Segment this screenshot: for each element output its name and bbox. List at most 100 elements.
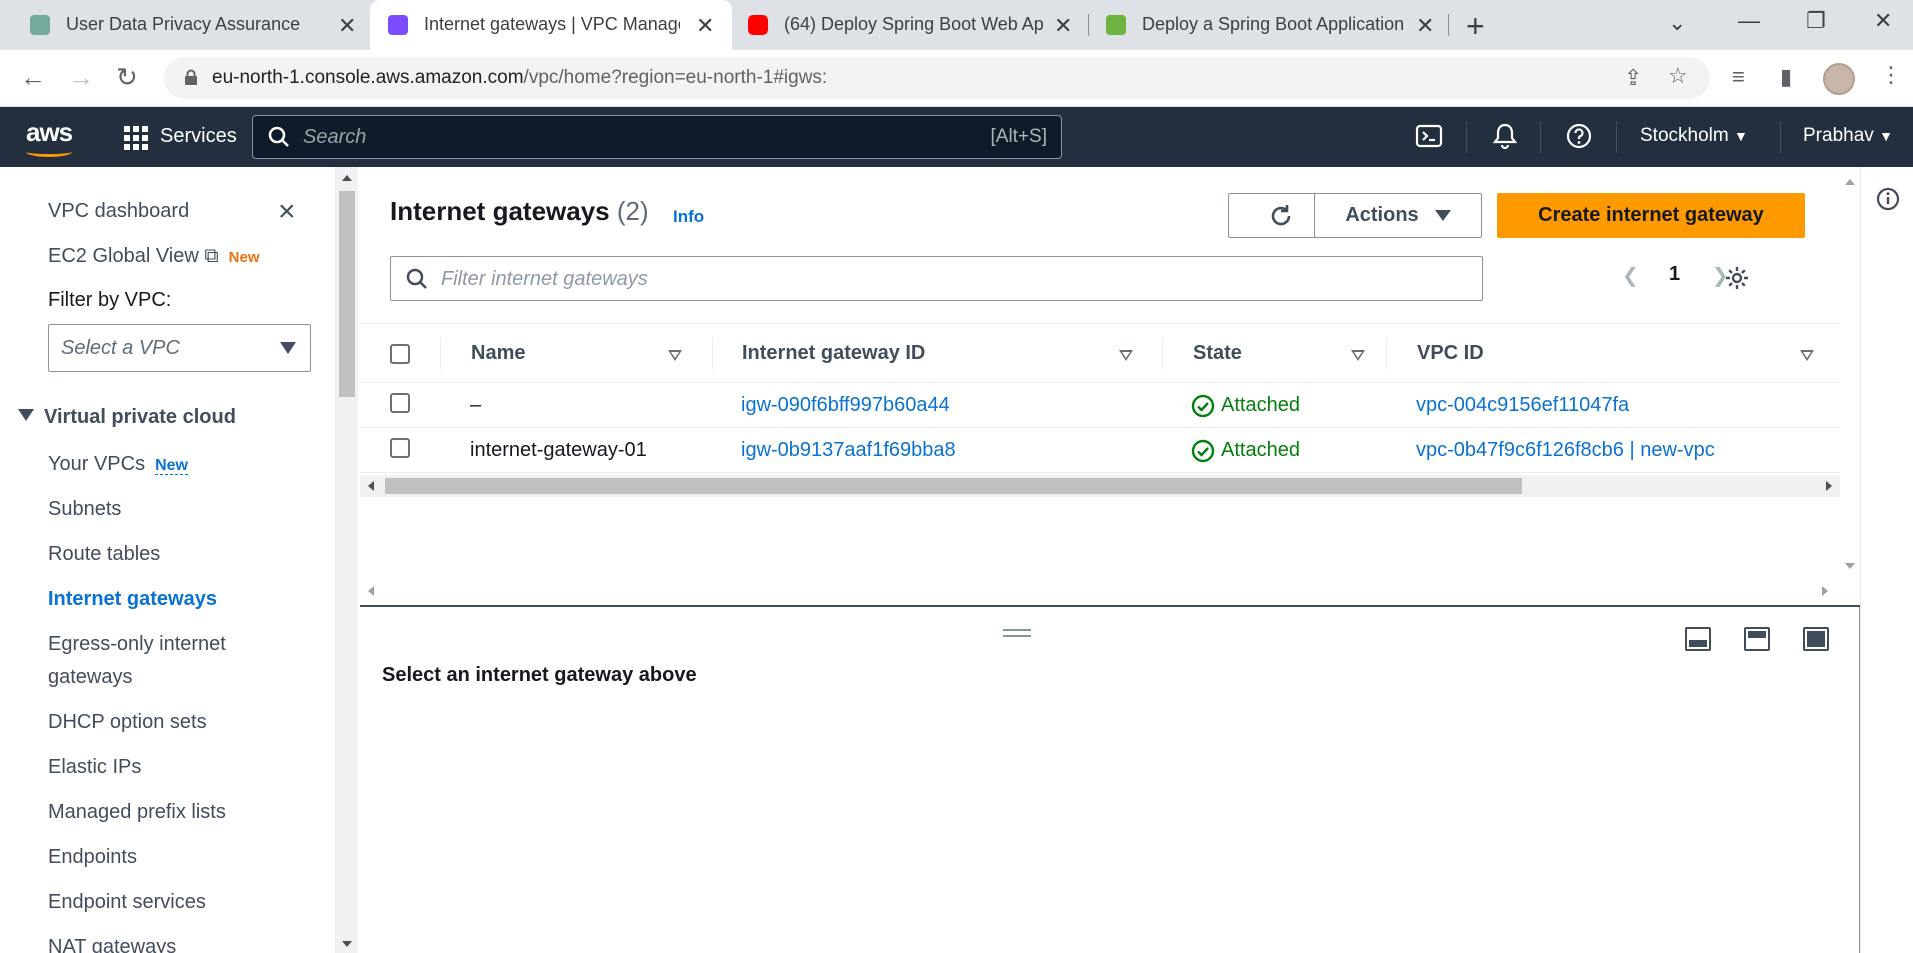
- column-header-vpc-id[interactable]: VPC ID: [1417, 342, 1484, 365]
- search-input[interactable]: [303, 122, 863, 152]
- filter-box[interactable]: [390, 256, 1483, 301]
- cell-name: internet-gateway-01: [470, 439, 647, 461]
- cloudshell-icon[interactable]: [1414, 121, 1444, 151]
- tab-title: Deploy a Spring Boot Application: [1142, 14, 1405, 34]
- gear-icon[interactable]: [1723, 264, 1751, 292]
- nav-egress-only-internet-gateways[interactable]: Egress-only internet: [48, 633, 226, 656]
- table-row[interactable]: internet-gateway-01 igw-0b9137aaf1f69bba…: [360, 428, 1840, 473]
- sort-icon[interactable]: [1800, 350, 1814, 361]
- row-checkbox[interactable]: [390, 393, 410, 413]
- nav-endpoints[interactable]: Endpoints: [48, 846, 137, 869]
- close-icon[interactable]: ✕: [1416, 13, 1434, 39]
- bell-icon[interactable]: [1490, 121, 1520, 151]
- column-header-state[interactable]: State: [1193, 342, 1242, 365]
- sort-icon[interactable]: [668, 350, 682, 361]
- info-icon[interactable]: [1876, 187, 1900, 211]
- close-icon[interactable]: ✕: [338, 13, 356, 39]
- region-selector[interactable]: Stockholm ▼: [1640, 125, 1748, 147]
- filter-input[interactable]: [441, 265, 1441, 293]
- nav-managed-prefix-lists[interactable]: Managed prefix lists: [48, 801, 226, 824]
- scroll-up-icon[interactable]: [342, 175, 352, 181]
- scroll-right-icon[interactable]: [1826, 481, 1832, 491]
- window-close-icon[interactable]: ✕: [1874, 8, 1892, 34]
- nav-elastic-ips[interactable]: Elastic IPs: [48, 756, 141, 779]
- nav-dhcp-option-sets[interactable]: DHCP option sets: [48, 711, 207, 734]
- account-menu[interactable]: Prabhav ▼: [1803, 125, 1893, 147]
- chevron-down-icon[interactable]: ⌄: [1668, 10, 1686, 36]
- global-search[interactable]: [Alt+S]: [252, 115, 1062, 159]
- nav-vpc-dashboard[interactable]: VPC dashboard: [48, 200, 189, 223]
- user-label: Prabhav: [1803, 125, 1874, 146]
- forward-icon[interactable]: →: [68, 62, 94, 93]
- profile-avatar[interactable]: [1823, 63, 1855, 95]
- panel-bottom-icon[interactable]: [1685, 627, 1711, 651]
- sort-icon[interactable]: [1119, 350, 1133, 361]
- row-checkbox[interactable]: [390, 438, 410, 458]
- sort-icon[interactable]: [1351, 350, 1365, 361]
- reload-icon[interactable]: ↻: [116, 62, 138, 93]
- cell-vpc-id-link[interactable]: vpc-004c9156ef11047fa: [1416, 394, 1629, 417]
- browser-tab-active[interactable]: Internet gateways | VPC Management Conso…: [370, 0, 732, 50]
- nav-nat-gateways[interactable]: NAT gateways: [48, 936, 176, 953]
- spring-icon: [1106, 15, 1126, 35]
- scrollbar-thumb[interactable]: [339, 191, 355, 397]
- cell-vpc-id-link[interactable]: vpc-0b47f9c6f126f8cb6 | new-vpc: [1416, 439, 1715, 462]
- info-link[interactable]: Info: [673, 207, 704, 227]
- back-icon[interactable]: ←: [20, 62, 46, 93]
- nav-internet-gateways[interactable]: Internet gateways: [48, 588, 217, 611]
- url-field[interactable]: eu-north-1.console.aws.amazon.com/vpc/ho…: [164, 57, 1710, 99]
- actions-button[interactable]: Actions: [1314, 193, 1482, 238]
- sidebar-scrollbar[interactable]: [336, 167, 358, 953]
- panel-vertical-scrollbar[interactable]: [1840, 167, 1860, 607]
- nav-endpoint-services[interactable]: Endpoint services: [48, 891, 206, 914]
- page-number[interactable]: 1: [1669, 263, 1680, 286]
- minimize-icon[interactable]: —: [1738, 8, 1760, 34]
- close-icon[interactable]: ✕: [1054, 13, 1072, 39]
- close-icon[interactable]: ×: [278, 197, 296, 227]
- restore-icon[interactable]: ❐: [1806, 8, 1826, 34]
- close-icon[interactable]: ✕: [696, 13, 714, 39]
- nav-route-tables[interactable]: Route tables: [48, 543, 160, 566]
- column-header-igw-id[interactable]: Internet gateway ID: [742, 342, 925, 365]
- nav-subnets[interactable]: Subnets: [48, 498, 121, 521]
- vpc-select[interactable]: Select a VPC: [48, 324, 311, 372]
- scroll-left-icon[interactable]: [368, 586, 374, 596]
- share-icon[interactable]: ⇪: [1624, 65, 1642, 91]
- side-panel-icon[interactable]: ▮: [1780, 64, 1792, 90]
- cell-igw-id-link[interactable]: igw-0b9137aaf1f69bba8: [741, 439, 956, 462]
- create-internet-gateway-button[interactable]: Create internet gateway: [1497, 193, 1805, 238]
- help-icon[interactable]: [1564, 121, 1594, 151]
- services-menu[interactable]: Services: [160, 125, 237, 148]
- tab-separator: [1448, 14, 1449, 36]
- panel-full-icon[interactable]: [1803, 627, 1829, 651]
- browser-tab[interactable]: Deploy a Spring Boot Application ✕: [1090, 0, 1448, 50]
- scroll-up-icon[interactable]: [1845, 179, 1855, 185]
- drag-handle-icon[interactable]: [1003, 629, 1031, 637]
- scroll-left-icon[interactable]: [368, 481, 374, 491]
- nav-your-vpcs[interactable]: Your VPCs New: [48, 453, 188, 476]
- scroll-down-icon[interactable]: [342, 941, 352, 947]
- scroll-down-icon[interactable]: [1845, 563, 1855, 569]
- column-header-name[interactable]: Name: [471, 342, 525, 365]
- panel-horizontal-scrollbar[interactable]: [360, 581, 1860, 601]
- scroll-right-icon[interactable]: [1822, 586, 1828, 596]
- reading-list-icon[interactable]: ≡: [1732, 64, 1745, 90]
- nav-section-virtual-private-cloud[interactable]: Virtual private cloud: [18, 406, 236, 429]
- scrollbar-thumb[interactable]: [385, 478, 1522, 494]
- previous-page-icon[interactable]: ❮: [1622, 263, 1639, 288]
- nav-ec2-global-view[interactable]: EC2 Global View ⧉ New: [48, 245, 260, 268]
- table-row[interactable]: – igw-090f6bff997b60a44 Attached vpc-004…: [360, 383, 1840, 428]
- star-icon[interactable]: ☆: [1668, 63, 1688, 89]
- region-label: Stockholm: [1640, 125, 1729, 146]
- nav-egress-only-internet-gateways-cont[interactable]: gateways: [48, 666, 133, 689]
- browser-tab[interactable]: (64) Deploy Spring Boot Web App ✕: [732, 0, 1088, 50]
- aws-logo[interactable]: aws: [26, 117, 73, 157]
- browser-tab[interactable]: User Data Privacy Assurance ✕: [0, 0, 378, 50]
- services-grid-icon[interactable]: [124, 126, 148, 150]
- menu-icon[interactable]: ⋮: [1880, 62, 1902, 88]
- panel-side-icon[interactable]: [1744, 627, 1770, 651]
- cell-igw-id-link[interactable]: igw-090f6bff997b60a44: [741, 394, 950, 417]
- table-horizontal-scrollbar[interactable]: [360, 475, 1840, 497]
- new-tab-icon[interactable]: +: [1466, 8, 1485, 45]
- select-all-checkbox[interactable]: [390, 344, 410, 364]
